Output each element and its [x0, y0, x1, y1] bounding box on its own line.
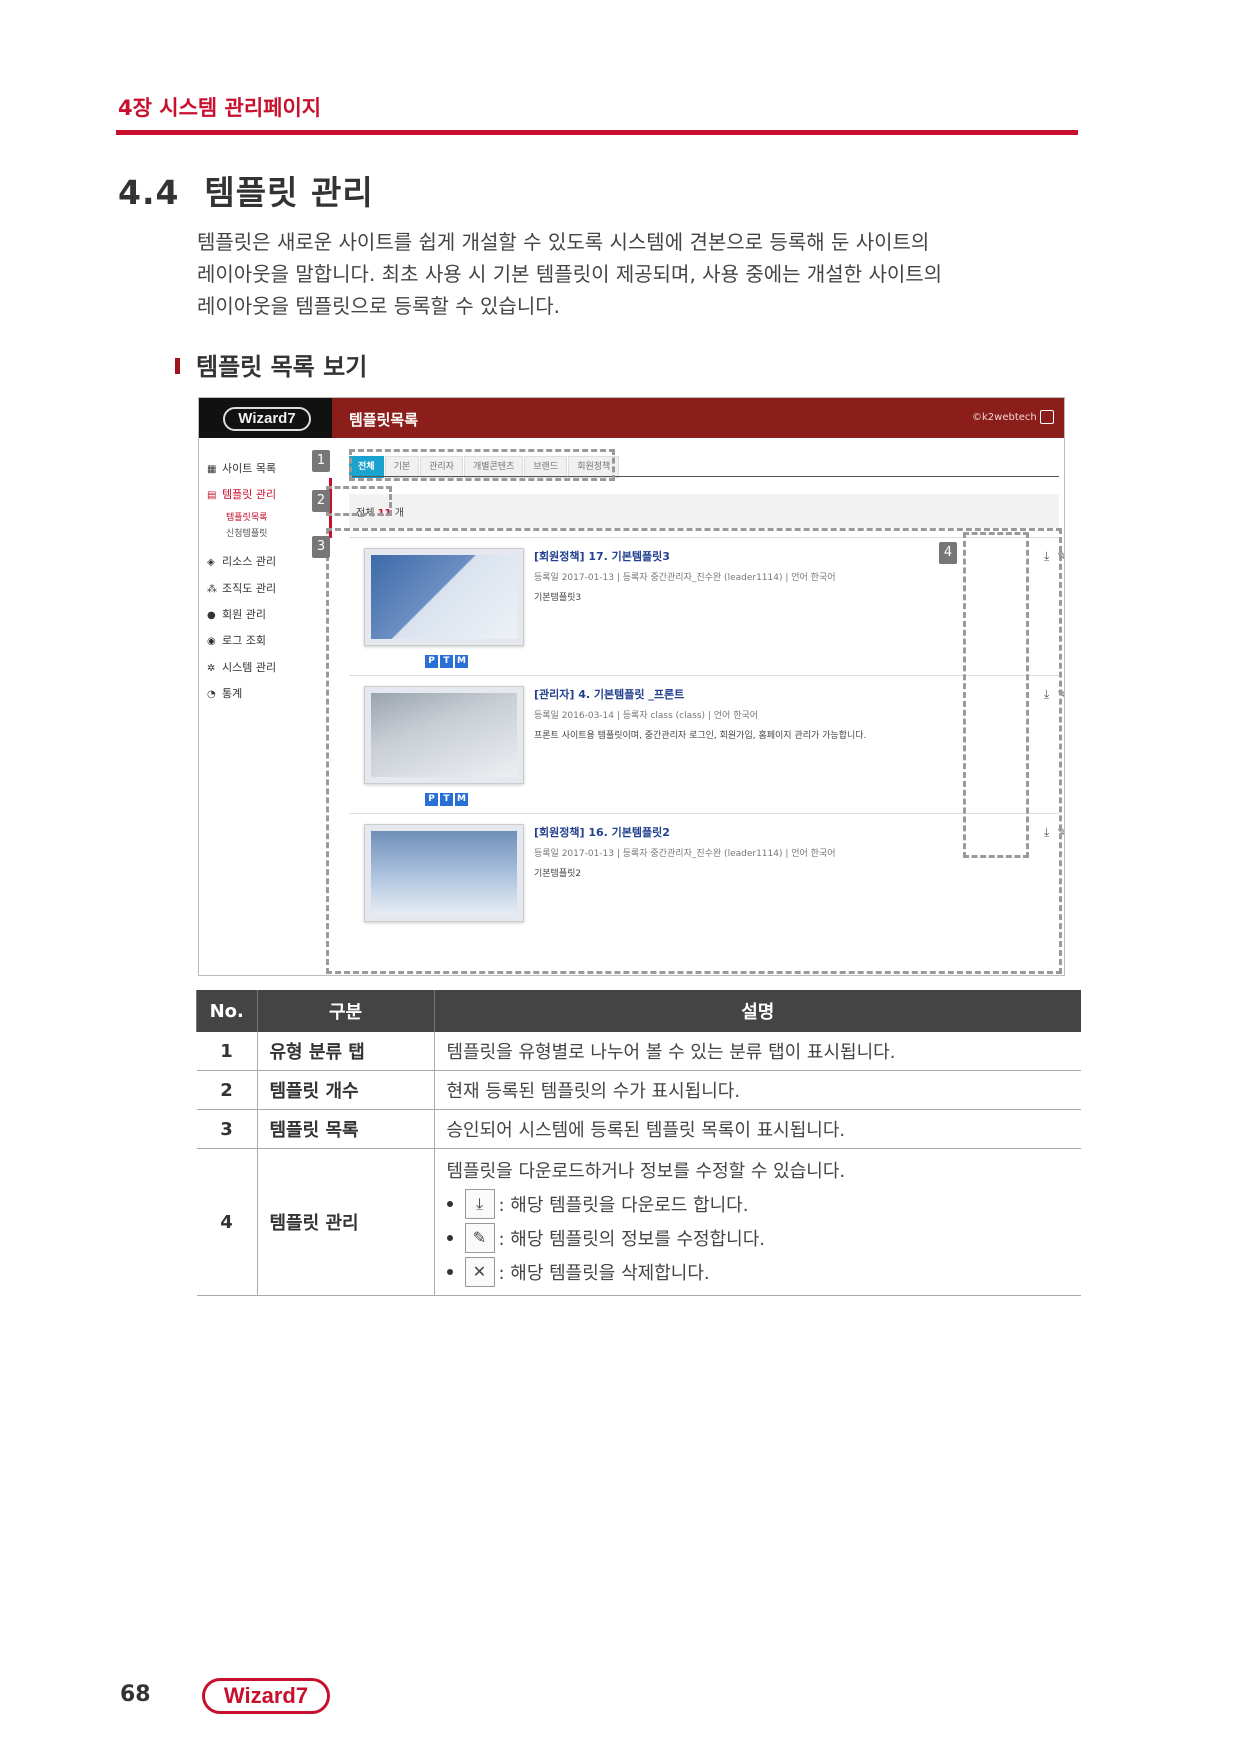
- template-list-screenshot: Wizard7 템플릿목록 ©k2webtech ▦ 사이트 목록 ▤ 템플릿 관리…: [198, 397, 1065, 976]
- subtitle-marker: [175, 358, 180, 374]
- sidebar-item-label: 조직도 관리: [222, 582, 277, 595]
- grid-icon: ▦: [207, 464, 217, 475]
- bullet-dot: [446, 1201, 453, 1207]
- sidebar-sub-requested[interactable]: 신청템플릿: [226, 526, 267, 539]
- row-description: 현재 등록된 템플릿의 수가 표시됩니다.: [433, 1070, 1081, 1110]
- user-label: ©k2webtech: [972, 412, 1037, 423]
- chapter-header: 4장 시스템 관리페이지: [118, 96, 322, 120]
- chart-icon: ◔: [207, 689, 216, 700]
- sidebar-item-label: 템플릿 관리: [222, 488, 277, 501]
- table-row: 2 템플릿 개수 현재 등록된 템플릿의 수가 표시됩니다.: [196, 1070, 1081, 1110]
- intro-line: 템플릿은 새로운 사이트를 쉽게 개설할 수 있도록 시스템에 견본으로 등록해…: [197, 230, 930, 254]
- description-table: No. 구분 설명 1 유형 분류 탭 템플릿을 유형별로 나누어 볼 수 있는…: [196, 990, 1081, 1296]
- col-header-description: 설명: [433, 990, 1081, 1032]
- row-no: 4: [196, 1148, 257, 1296]
- count-suffix: 개: [394, 508, 404, 519]
- bullet-text: : 해당 템플릿을 삭제합니다.: [498, 1263, 710, 1284]
- sidebar-item-label: 사이트 목록: [222, 462, 277, 475]
- gear-icon: ✲: [207, 663, 216, 674]
- table-row: 1 유형 분류 탭 템플릿을 유형별로 나누어 볼 수 있는 분류 탭이 표시됩…: [196, 1032, 1081, 1071]
- bullet-text: : 해당 템플릿의 정보를 수정합니다.: [498, 1229, 766, 1250]
- header-rule: [116, 130, 1078, 135]
- annotation-frame-count: [326, 486, 392, 516]
- table-row: 4 템플릿 관리 템플릿을 다운로드하거나 정보를 수정할 수 있습니다. ⤓:…: [196, 1148, 1082, 1296]
- sidebar-item-members[interactable]: ● 회원 관리: [207, 606, 266, 622]
- bullet-download: ⤓: 해당 템플릿을 다운로드 합니다.: [446, 1187, 1082, 1221]
- callout-badge: 2: [312, 490, 330, 512]
- annotation-frame-list: [326, 528, 1062, 974]
- bullet-text: : 해당 템플릿을 다운로드 합니다.: [498, 1195, 749, 1216]
- sidebar-item-label: 시스템 관리: [222, 661, 277, 674]
- bullet-dot: [446, 1235, 453, 1241]
- wizard7-logo[interactable]: Wizard7: [223, 407, 311, 431]
- sidebar-item-site-list[interactable]: ▦ 사이트 목록: [207, 460, 276, 476]
- logo-area: Wizard7: [199, 398, 332, 438]
- sidebar-item-log[interactable]: ◉ 로그 조회: [207, 632, 266, 648]
- col-header-category: 구분: [256, 990, 434, 1032]
- callout-badge: 4: [939, 542, 957, 564]
- row-description-text: 템플릿을 다운로드하거나 정보를 수정할 수 있습니다.: [446, 1161, 846, 1182]
- row-no: 1: [196, 1032, 257, 1071]
- section-title: 4.4 템플릿 관리: [118, 173, 374, 212]
- bullet-edit: ✎: 해당 템플릿의 정보를 수정합니다.: [446, 1221, 1082, 1255]
- sidebar-item-label: 회원 관리: [222, 608, 266, 621]
- row-category: 템플릿 목록: [256, 1109, 434, 1149]
- bullet-delete: ✕: 해당 템플릿을 삭제합니다.: [446, 1255, 1082, 1289]
- resource-icon: ◈: [207, 557, 215, 568]
- annotation-frame-actions: [963, 532, 1029, 858]
- row-description: 승인되어 시스템에 등록된 템플릿 목록이 표시됩니다.: [433, 1109, 1081, 1149]
- intro-text: 템플릿은 새로운 사이트를 쉽게 개설할 수 있도록 시스템에 견본으로 등록해…: [197, 226, 1057, 322]
- row-no: 2: [196, 1070, 257, 1110]
- annotation-frame-tabs: [349, 449, 615, 481]
- subtitle: 템플릿 목록 보기: [196, 353, 368, 381]
- col-header-no: No.: [196, 990, 257, 1032]
- page-number: 68: [120, 1682, 151, 1707]
- sidebar-item-resource[interactable]: ◈ 리소스 관리: [207, 553, 276, 569]
- sidebar-item-label: 로그 조회: [222, 634, 266, 647]
- sidebar: ▦ 사이트 목록 ▤ 템플릿 관리 템플릿목록 신청템플릿 ◈ 리소스 관리 ⁂ 조직도…: [199, 438, 332, 975]
- delete-icon: ✕: [464, 1257, 495, 1287]
- template-icon: ▤: [207, 490, 217, 501]
- sidebar-item-stats[interactable]: ◔ 통계: [207, 685, 242, 701]
- edit-icon: ✎: [464, 1223, 495, 1253]
- row-category: 템플릿 개수: [256, 1070, 434, 1110]
- callout-badge: 1: [312, 450, 330, 472]
- download-icon: ⤓: [464, 1189, 495, 1219]
- sidebar-item-system[interactable]: ✲ 시스템 관리: [207, 659, 276, 675]
- footer-logo: Wizard7: [202, 1678, 330, 1714]
- sidebar-item-org[interactable]: ⁂ 조직도 관리: [207, 580, 276, 596]
- row-description: 템플릿을 다운로드하거나 정보를 수정할 수 있습니다. ⤓: 해당 템플릿을 …: [433, 1148, 1082, 1296]
- intro-line: 레이아웃을 말합니다. 최초 사용 시 기본 템플릿이 제공되며, 사용 중에는…: [197, 262, 943, 286]
- sidebar-item-template[interactable]: ▤ 템플릿 관리: [207, 486, 276, 502]
- row-category: 유형 분류 탭: [256, 1032, 434, 1071]
- callout-badge: 3: [312, 536, 330, 558]
- sidebar-sub-template-list[interactable]: 템플릿목록: [226, 510, 267, 523]
- log-icon: ◉: [207, 636, 216, 647]
- table-row: 3 템플릿 목록 승인되어 시스템에 등록된 템플릿 목록이 표시됩니다.: [196, 1109, 1081, 1149]
- count-bar: [349, 494, 1059, 528]
- bullet-dot: [446, 1269, 453, 1275]
- logout-icon[interactable]: [1040, 410, 1054, 424]
- row-description: 템플릿을 유형별로 나누어 볼 수 있는 분류 탭이 표시됩니다.: [433, 1032, 1081, 1071]
- intro-line: 레이아웃을 템플릿으로 등록할 수 있습니다.: [197, 294, 560, 318]
- user-icon: ●: [207, 610, 216, 621]
- sidebar-item-label: 통계: [222, 687, 243, 700]
- top-title: 템플릿목록: [349, 411, 419, 429]
- sidebar-item-label: 리소스 관리: [222, 555, 277, 568]
- org-icon: ⁂: [207, 584, 217, 595]
- row-category: 템플릿 관리: [256, 1148, 434, 1296]
- row-no: 3: [196, 1109, 257, 1149]
